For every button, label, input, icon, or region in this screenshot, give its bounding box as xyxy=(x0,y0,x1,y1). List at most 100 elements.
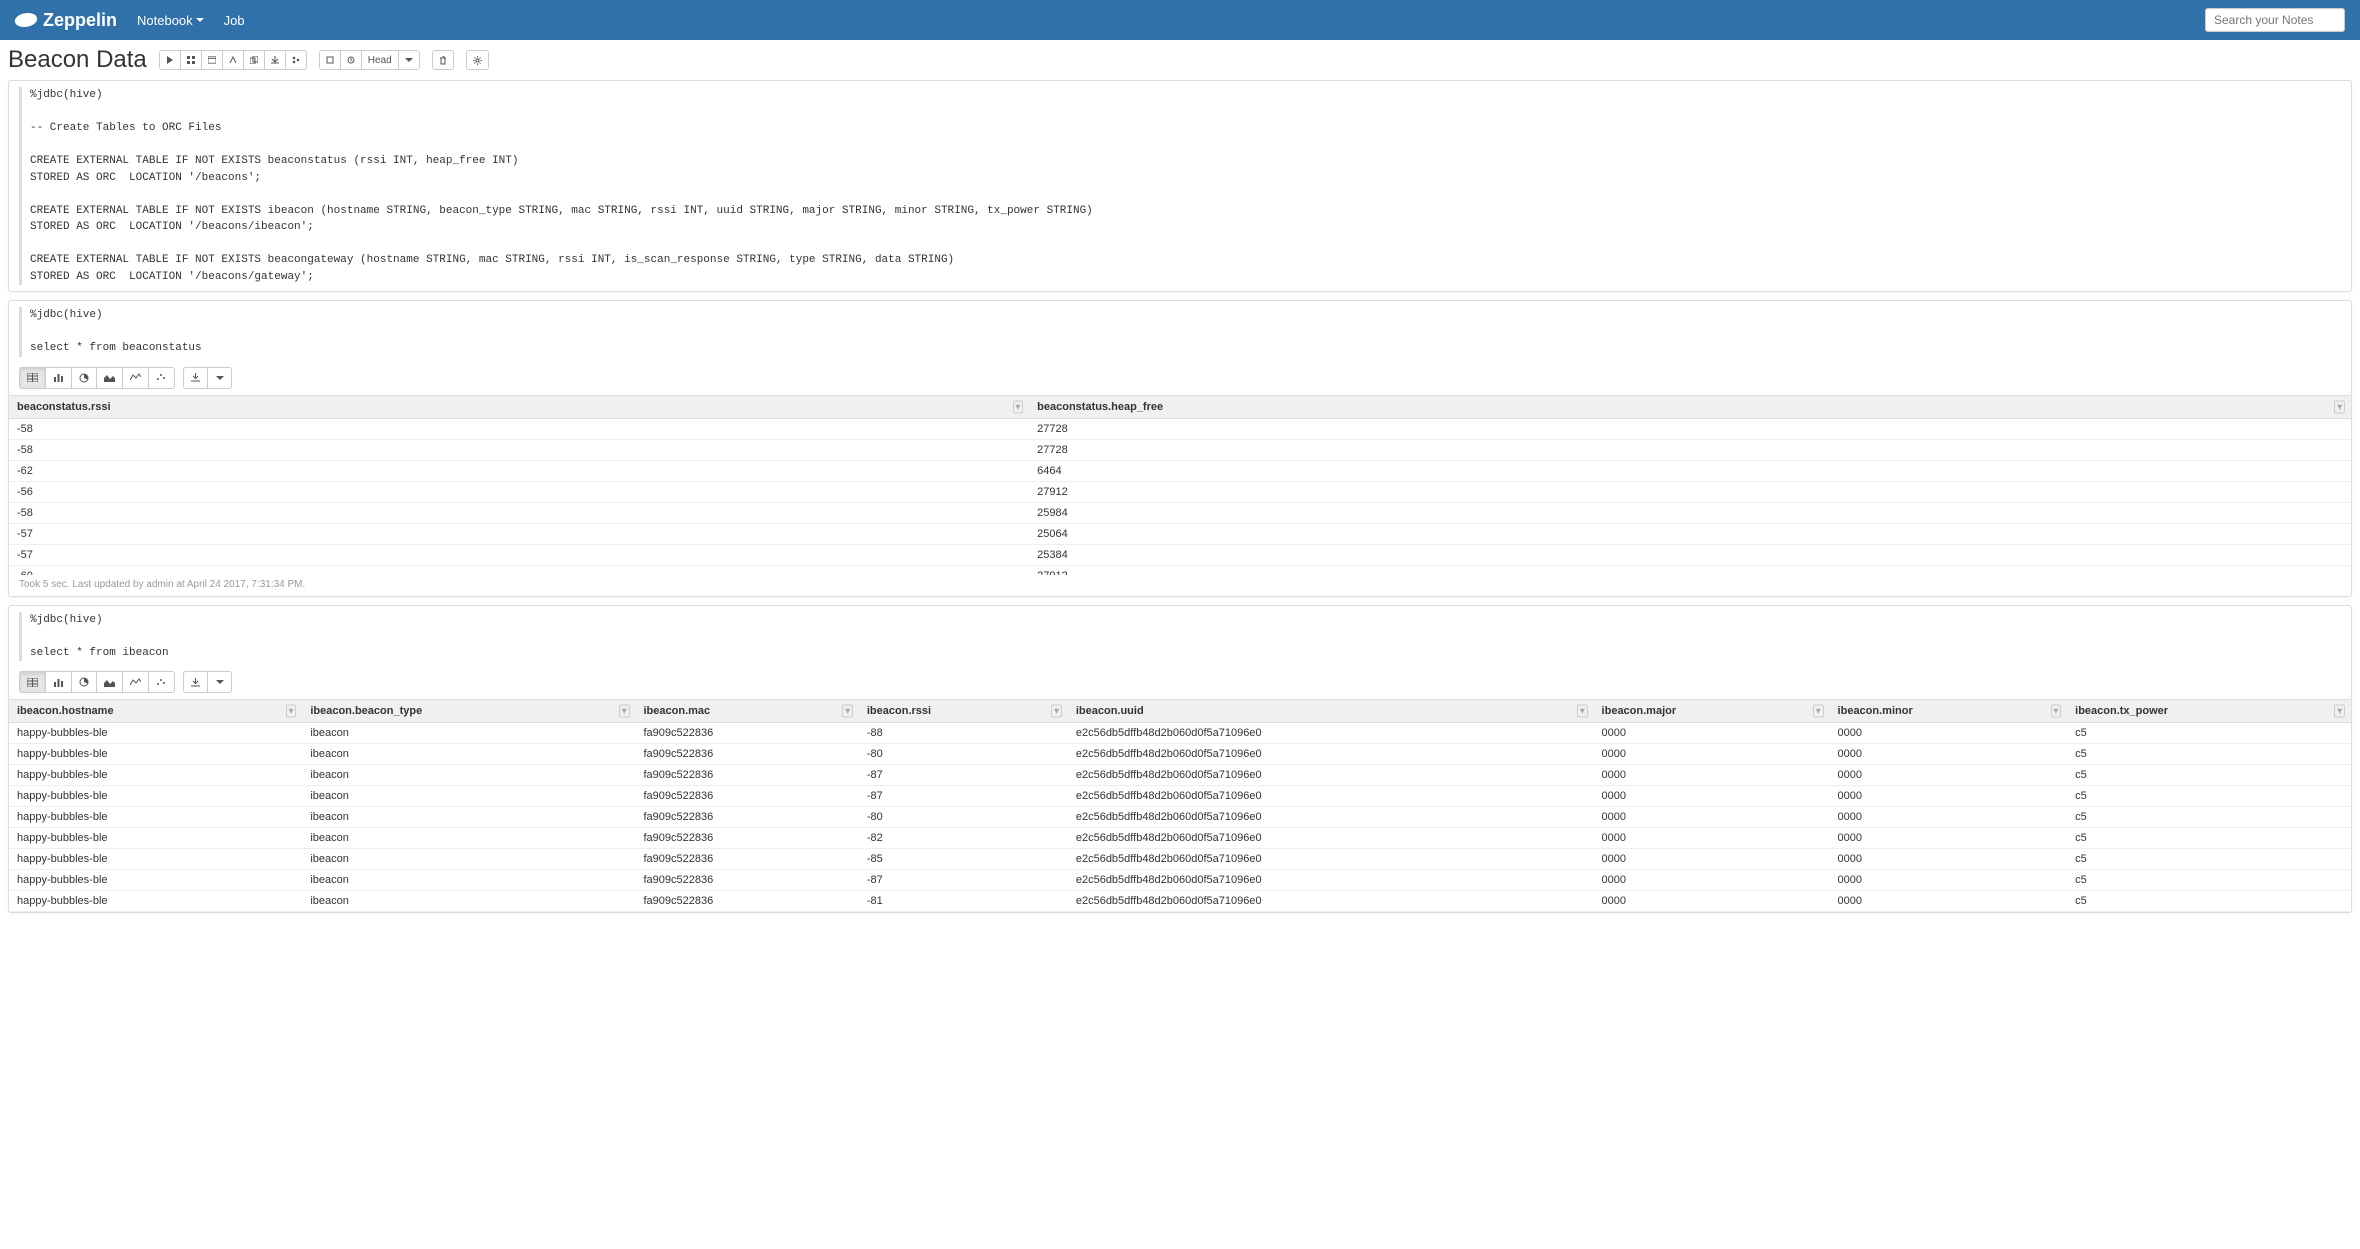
filter-icon[interactable]: ▾ xyxy=(2051,705,2062,718)
search-input[interactable] xyxy=(2205,8,2345,32)
table-cell: c5 xyxy=(2067,870,2351,891)
table-cell: -81 xyxy=(859,891,1068,912)
nav-notebook-dropdown[interactable]: Notebook xyxy=(137,13,204,28)
table-row: happy-bubbles-bleibeaconfa909c522836-87e… xyxy=(9,870,2351,891)
show-hide-output-button[interactable] xyxy=(202,50,223,70)
table-cell: e2c56db5dffb48d2b060d0f5a71096e0 xyxy=(1068,828,1594,849)
filter-icon[interactable]: ▾ xyxy=(1013,400,1024,413)
viz-table-button[interactable] xyxy=(19,367,46,389)
viz-line-button[interactable] xyxy=(123,671,149,693)
viz-scatter-button[interactable] xyxy=(149,671,175,693)
settings-button[interactable] xyxy=(466,50,489,70)
head-caret-button[interactable] xyxy=(399,50,420,70)
column-header[interactable]: ibeacon.mac▾ xyxy=(636,700,859,723)
table-cell: ibeacon xyxy=(302,807,635,828)
filter-icon[interactable]: ▾ xyxy=(2334,705,2345,718)
result-table: ibeacon.hostname▾ibeacon.beacon_type▾ibe… xyxy=(9,699,2351,912)
code-editor[interactable]: %jdbc(hive) -- Create Tables to ORC File… xyxy=(19,87,2341,285)
nav-job-link[interactable]: Job xyxy=(224,13,245,28)
table-cell: c5 xyxy=(2067,828,2351,849)
download-caret-button[interactable] xyxy=(208,367,232,389)
table-cell: 27912 xyxy=(1029,565,2351,575)
code-editor[interactable]: %jdbc(hive) select * from ibeacon xyxy=(19,612,2341,662)
table-cell: ibeacon xyxy=(302,849,635,870)
table-cell: -87 xyxy=(859,870,1068,891)
table-cell: 0000 xyxy=(1830,765,2068,786)
viz-area-button[interactable] xyxy=(97,671,123,693)
table-cell: -62 xyxy=(9,460,1029,481)
head-dropdown[interactable]: Head xyxy=(362,50,399,70)
column-header[interactable]: ibeacon.rssi▾ xyxy=(859,700,1068,723)
column-header[interactable]: ibeacon.tx_power▾ xyxy=(2067,700,2351,723)
column-header[interactable]: ibeacon.beacon_type▾ xyxy=(302,700,635,723)
table-cell: happy-bubbles-ble xyxy=(9,849,302,870)
table-cell: happy-bubbles-ble xyxy=(9,723,302,744)
table-cell: 27728 xyxy=(1029,439,2351,460)
clear-output-button[interactable] xyxy=(223,50,244,70)
column-header[interactable]: beaconstatus.rssi▾ xyxy=(9,395,1029,418)
table-cell: ibeacon xyxy=(302,891,635,912)
show-hide-code-button[interactable] xyxy=(181,50,202,70)
table-cell: happy-bubbles-ble xyxy=(9,807,302,828)
table-cell: ibeacon xyxy=(302,723,635,744)
table-cell: ibeacon xyxy=(302,870,635,891)
viz-bar-button[interactable] xyxy=(46,671,72,693)
column-header[interactable]: ibeacon.major▾ xyxy=(1594,700,1830,723)
table-cell: 0000 xyxy=(1594,723,1830,744)
table-row: happy-bubbles-bleibeaconfa909c522836-80e… xyxy=(9,744,2351,765)
table-cell: fa909c522836 xyxy=(636,828,859,849)
table-cell: fa909c522836 xyxy=(636,723,859,744)
export-note-button[interactable] xyxy=(265,50,286,70)
viz-table-button[interactable] xyxy=(19,671,46,693)
column-header[interactable]: beaconstatus.heap_free▾ xyxy=(1029,395,2351,418)
filter-icon[interactable]: ▾ xyxy=(2334,400,2345,413)
version-control-button[interactable] xyxy=(286,50,307,70)
viz-area-button[interactable] xyxy=(97,367,123,389)
column-header[interactable]: ibeacon.hostname▾ xyxy=(9,700,302,723)
table-cell: 0000 xyxy=(1830,786,2068,807)
revision-button[interactable] xyxy=(341,50,362,70)
table-cell: happy-bubbles-ble xyxy=(9,828,302,849)
viz-pie-button[interactable] xyxy=(72,671,97,693)
viz-line-button[interactable] xyxy=(123,367,149,389)
download-data-button[interactable] xyxy=(183,671,208,693)
clone-note-button[interactable] xyxy=(244,50,265,70)
filter-icon[interactable]: ▾ xyxy=(1051,705,1062,718)
brand-text: Zeppelin xyxy=(43,10,117,31)
table-cell: -87 xyxy=(859,765,1068,786)
table-row: -5725384 xyxy=(9,544,2351,565)
download-data-button[interactable] xyxy=(183,367,208,389)
commit-button[interactable] xyxy=(319,50,341,70)
table-cell: e2c56db5dffb48d2b060d0f5a71096e0 xyxy=(1068,870,1594,891)
run-all-button[interactable] xyxy=(159,50,181,70)
table-cell: 0000 xyxy=(1830,723,2068,744)
code-editor[interactable]: %jdbc(hive) select * from beaconstatus xyxy=(19,307,2341,357)
viz-scatter-button[interactable] xyxy=(149,367,175,389)
table-cell: 0000 xyxy=(1830,744,2068,765)
brand-logo[interactable]: Zeppelin xyxy=(15,10,117,31)
table-cell: -60 xyxy=(9,565,1029,575)
table-cell: -82 xyxy=(859,828,1068,849)
filter-icon[interactable]: ▾ xyxy=(619,705,630,718)
filter-icon[interactable]: ▾ xyxy=(1577,705,1588,718)
filter-icon[interactable]: ▾ xyxy=(1813,705,1824,718)
column-header[interactable]: ibeacon.minor▾ xyxy=(1830,700,2068,723)
column-header[interactable]: ibeacon.uuid▾ xyxy=(1068,700,1594,723)
table-row: -5825984 xyxy=(9,502,2351,523)
title-bar: Beacon Data Head xyxy=(0,40,2360,80)
table-cell: happy-bubbles-ble xyxy=(9,891,302,912)
table-cell: -88 xyxy=(859,723,1068,744)
table-row: -5827728 xyxy=(9,439,2351,460)
table-cell: fa909c522836 xyxy=(636,786,859,807)
table-row: -6027912 xyxy=(9,565,2351,575)
table-row: -5827728 xyxy=(9,418,2351,439)
trash-note-button[interactable] xyxy=(432,50,454,70)
viz-pie-button[interactable] xyxy=(72,367,97,389)
viz-bar-button[interactable] xyxy=(46,367,72,389)
filter-icon[interactable]: ▾ xyxy=(842,705,853,718)
filter-icon[interactable]: ▾ xyxy=(286,705,297,718)
caret-down-icon xyxy=(216,376,224,380)
table-cell: c5 xyxy=(2067,744,2351,765)
table-cell: 0000 xyxy=(1594,786,1830,807)
download-caret-button[interactable] xyxy=(208,671,232,693)
